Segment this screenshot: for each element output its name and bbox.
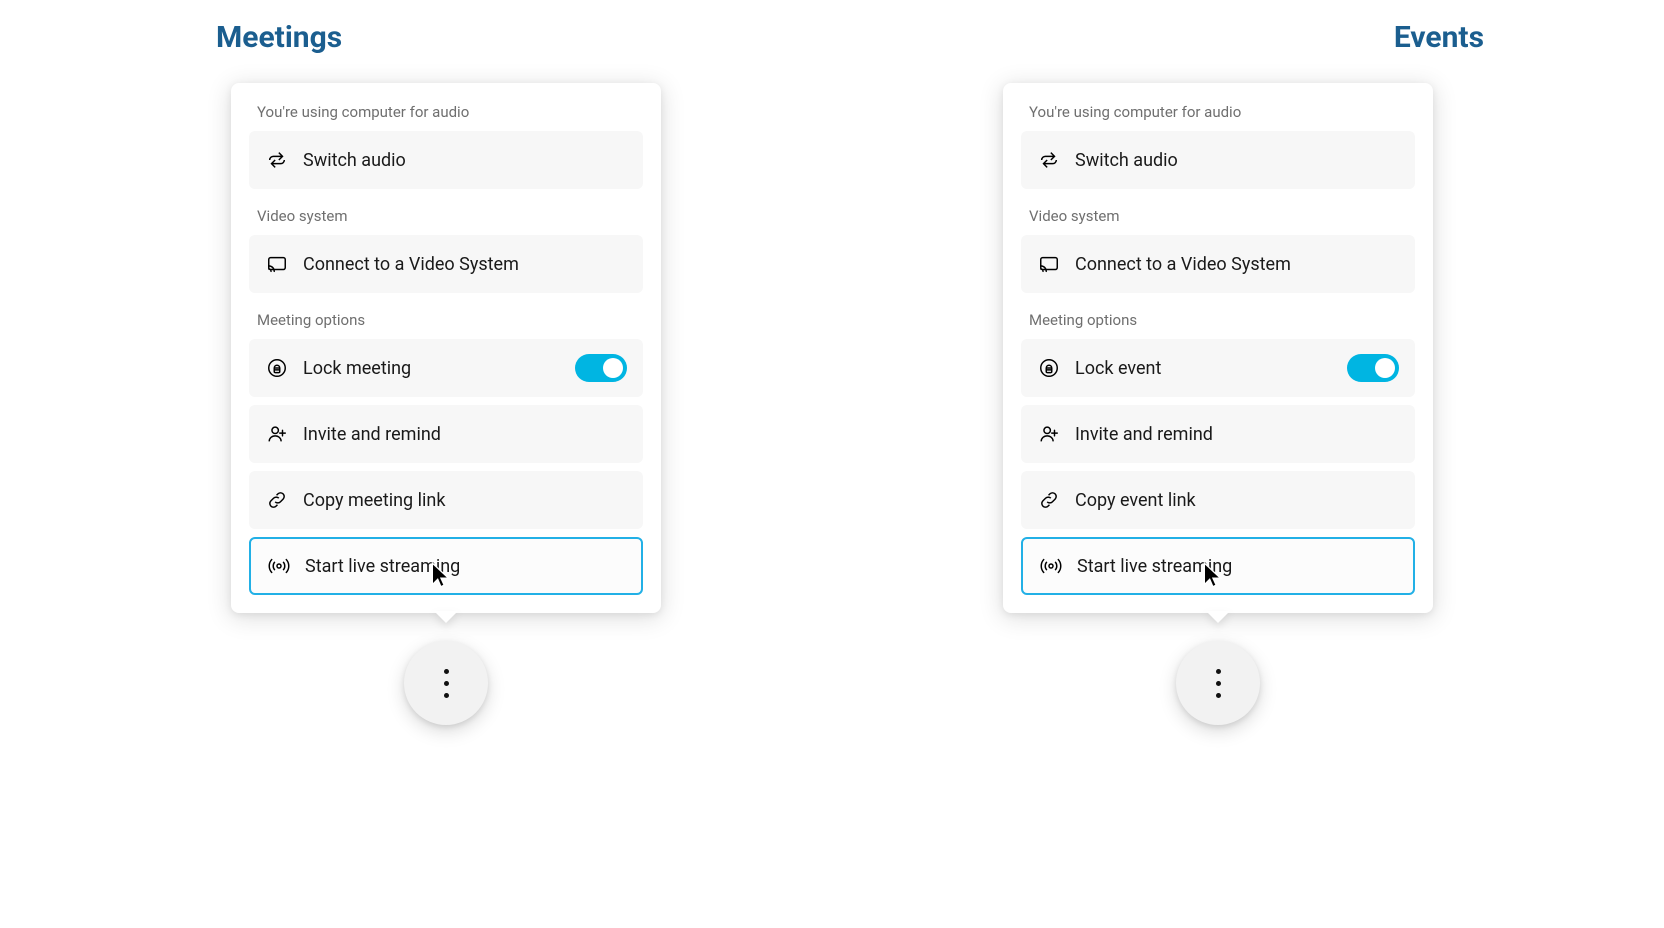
start-live-streaming-button[interactable]: Start live streaming — [249, 537, 643, 595]
more-options-button-r[interactable] — [1176, 641, 1260, 725]
video-system-label-r: Video system — [1021, 207, 1415, 225]
connect-video-button[interactable]: Connect to a Video System — [249, 235, 643, 293]
link-icon — [1037, 488, 1061, 512]
switch-audio-label: Switch audio — [303, 150, 627, 171]
copy-link-label: Copy meeting link — [303, 490, 627, 511]
invite-icon — [1037, 422, 1061, 446]
meetings-column: Meetings You're using computer for audio… — [180, 20, 712, 725]
switch-audio-label-r: Switch audio — [1075, 150, 1399, 171]
connect-video-button-r[interactable]: Connect to a Video System — [1021, 235, 1415, 293]
video-system-label: Video system — [249, 207, 643, 225]
cast-icon — [1037, 252, 1061, 276]
meetings-title: Meetings — [180, 20, 342, 55]
invite-icon — [265, 422, 289, 446]
invite-remind-label: Invite and remind — [303, 424, 627, 445]
start-live-streaming-label: Start live streaming — [305, 556, 625, 577]
events-panel: You're using computer for audio Switch a… — [1003, 83, 1433, 613]
dots-vertical-icon — [444, 669, 449, 698]
lock-event-label: Lock event — [1075, 358, 1347, 379]
meetings-panel: You're using computer for audio Switch a… — [231, 83, 661, 613]
lock-event-toggle[interactable] — [1347, 354, 1399, 382]
meeting-options-label-r: Meeting options — [1021, 311, 1415, 329]
events-title: Events — [1394, 20, 1484, 55]
lock-icon — [265, 356, 289, 380]
invite-remind-button-r[interactable]: Invite and remind — [1021, 405, 1415, 463]
copy-link-button[interactable]: Copy meeting link — [249, 471, 643, 529]
link-icon — [265, 488, 289, 512]
events-column: Events You're using computer for audio S… — [952, 20, 1484, 725]
lock-icon — [1037, 356, 1061, 380]
meeting-options-label: Meeting options — [249, 311, 643, 329]
audio-status-label: You're using computer for audio — [249, 103, 643, 121]
lock-event-row[interactable]: Lock event — [1021, 339, 1415, 397]
copy-event-link-label: Copy event link — [1075, 490, 1399, 511]
more-options-button[interactable] — [404, 641, 488, 725]
broadcast-icon — [1039, 554, 1063, 578]
lock-meeting-row[interactable]: Lock meeting — [249, 339, 643, 397]
connect-video-label-r: Connect to a Video System — [1075, 254, 1399, 275]
broadcast-icon — [267, 554, 291, 578]
switch-audio-button-r[interactable]: Switch audio — [1021, 131, 1415, 189]
invite-remind-label-r: Invite and remind — [1075, 424, 1399, 445]
switch-audio-button[interactable]: Switch audio — [249, 131, 643, 189]
start-live-streaming-label-r: Start live streaming — [1077, 556, 1397, 577]
cast-icon — [265, 252, 289, 276]
switch-audio-icon — [1037, 148, 1061, 172]
invite-remind-button[interactable]: Invite and remind — [249, 405, 643, 463]
connect-video-label: Connect to a Video System — [303, 254, 627, 275]
start-live-streaming-button-r[interactable]: Start live streaming — [1021, 537, 1415, 595]
audio-status-label-r: You're using computer for audio — [1021, 103, 1415, 121]
switch-audio-icon — [265, 148, 289, 172]
lock-meeting-toggle[interactable] — [575, 354, 627, 382]
copy-event-link-button[interactable]: Copy event link — [1021, 471, 1415, 529]
lock-meeting-label: Lock meeting — [303, 358, 575, 379]
dots-vertical-icon — [1216, 669, 1221, 698]
